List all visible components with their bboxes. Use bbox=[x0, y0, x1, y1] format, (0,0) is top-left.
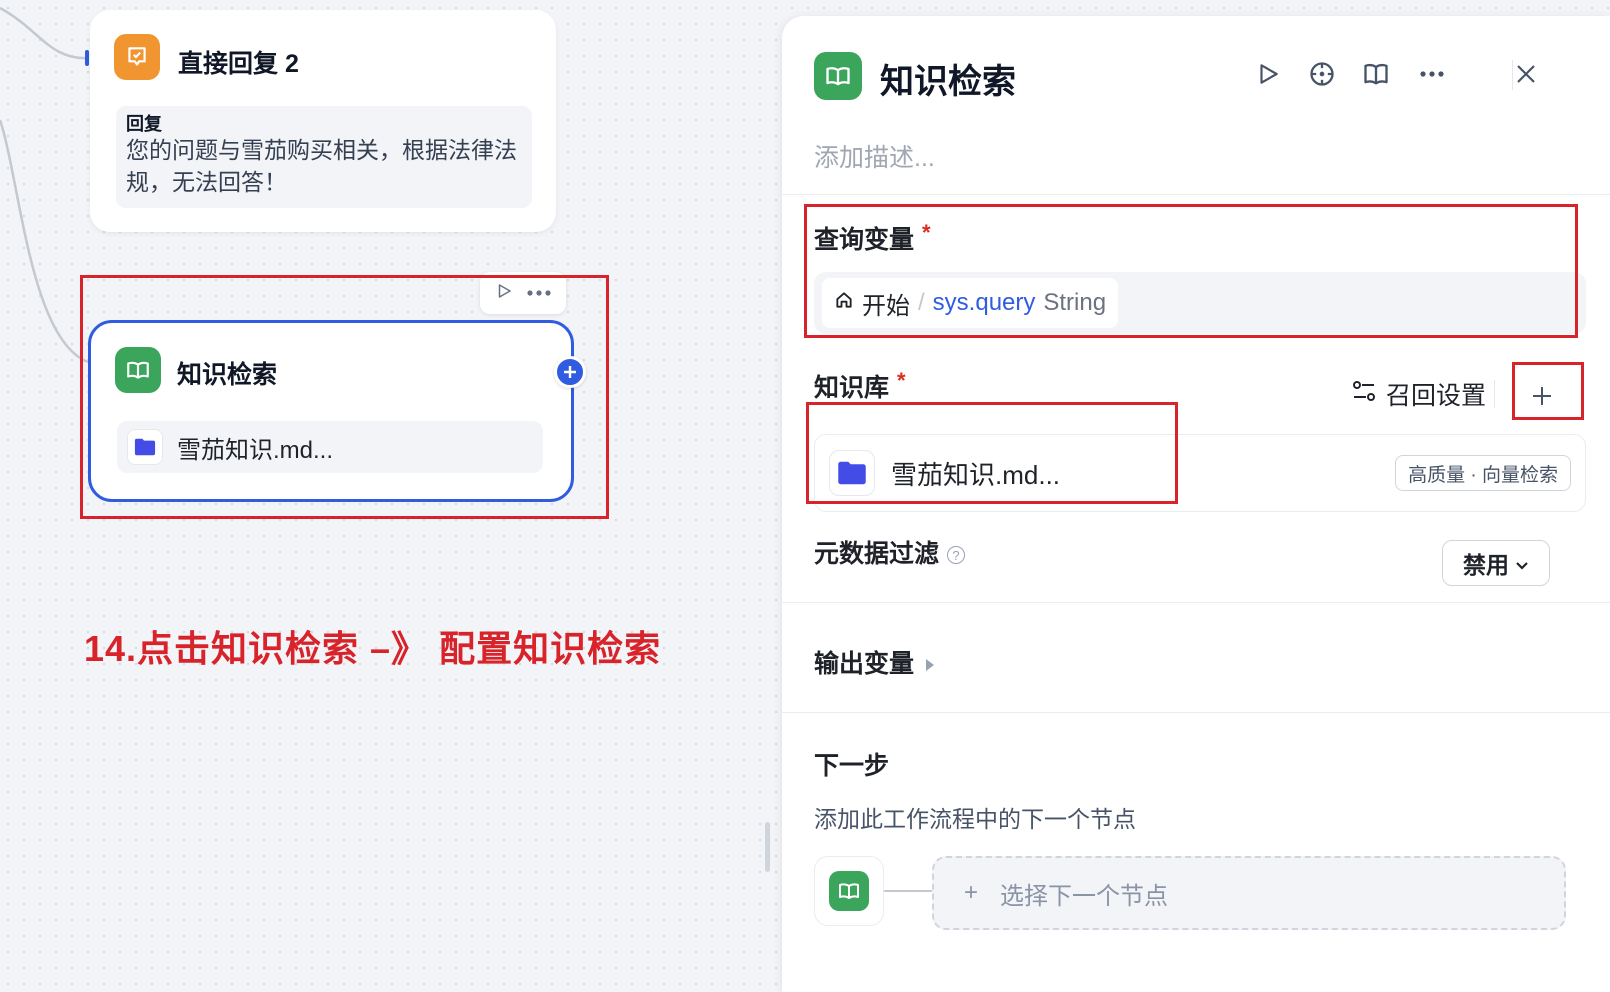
divider bbox=[782, 712, 1610, 713]
output-variable-toggle[interactable]: 输出变量 bbox=[814, 644, 935, 680]
more-options-icon[interactable] bbox=[1412, 54, 1452, 94]
recall-settings-label: 召回设置 bbox=[1386, 382, 1487, 410]
highlight-box-knowledge-item bbox=[806, 402, 1178, 504]
reply-node-title: 直接回复 2 bbox=[178, 50, 299, 78]
highlight-box-node bbox=[80, 275, 609, 519]
reply-content: 回复 您的问题与雪茄购买相关，根据法律法规，无法回答！ bbox=[116, 106, 532, 208]
reply-label: 回复 bbox=[126, 114, 162, 134]
description-input[interactable]: 添加描述... bbox=[814, 138, 935, 174]
chevron-down-icon bbox=[1515, 550, 1529, 577]
required-mark: * bbox=[897, 368, 906, 393]
expand-arrow-icon bbox=[926, 659, 935, 672]
plus-icon: + bbox=[964, 879, 979, 906]
select-next-node-label: 选择下一个节点 bbox=[1000, 882, 1169, 910]
metadata-filter-value: 禁用 bbox=[1463, 552, 1509, 578]
reply-node[interactable]: 直接回复 2 回复 您的问题与雪茄购买相关，根据法律法规，无法回答！ bbox=[90, 10, 556, 232]
knowledge-label-text: 知识库 bbox=[814, 374, 890, 402]
divider bbox=[782, 602, 1610, 603]
current-node-icon bbox=[814, 856, 884, 926]
docs-book-icon[interactable] bbox=[1356, 54, 1396, 94]
next-step-label: 下一步 bbox=[814, 752, 890, 780]
connector-line bbox=[884, 890, 932, 892]
highlight-box-query bbox=[804, 204, 1578, 338]
panel-title: 知识检索 bbox=[880, 63, 1016, 101]
node-config-panel: 知识检索 添加描述... 查询变量 * 开始 / sys.query String… bbox=[782, 16, 1610, 992]
reply-icon bbox=[114, 34, 160, 80]
metadata-filter-select[interactable]: 禁用 bbox=[1442, 540, 1550, 586]
settings-sliders-icon bbox=[1352, 380, 1376, 409]
knowledge-label: 知识库 * bbox=[814, 368, 906, 404]
divider bbox=[782, 194, 1610, 195]
locate-icon[interactable] bbox=[1302, 54, 1342, 94]
reply-text: 您的问题与雪茄购买相关，根据法律法规，无法回答！ bbox=[126, 137, 517, 195]
panel-book-icon bbox=[814, 52, 862, 100]
panel-resize-handle[interactable] bbox=[765, 822, 770, 872]
help-icon[interactable]: ? bbox=[947, 546, 966, 565]
recall-settings-button[interactable]: 召回设置 bbox=[1352, 374, 1486, 414]
highlight-box-add-knowledge bbox=[1512, 362, 1584, 420]
run-button[interactable] bbox=[1248, 54, 1288, 94]
next-step-description: 添加此工作流程中的下一个节点 bbox=[814, 806, 1136, 832]
output-variable-label: 输出变量 bbox=[814, 650, 915, 678]
select-next-node-button[interactable]: + 选择下一个节点 bbox=[932, 856, 1566, 930]
knowledge-separator bbox=[1494, 380, 1495, 408]
close-icon[interactable] bbox=[1506, 54, 1546, 94]
edge-handle bbox=[85, 50, 89, 66]
metadata-filter-label: 元数据过滤? bbox=[814, 534, 966, 570]
book-icon bbox=[829, 871, 869, 911]
retrieval-mode-badge: 高质量 · 向量检索 bbox=[1395, 455, 1571, 491]
annotation-text: 14.点击知识检索 –》 配置知识检索 bbox=[84, 628, 662, 669]
metadata-filter-label-text: 元数据过滤 bbox=[814, 540, 940, 568]
